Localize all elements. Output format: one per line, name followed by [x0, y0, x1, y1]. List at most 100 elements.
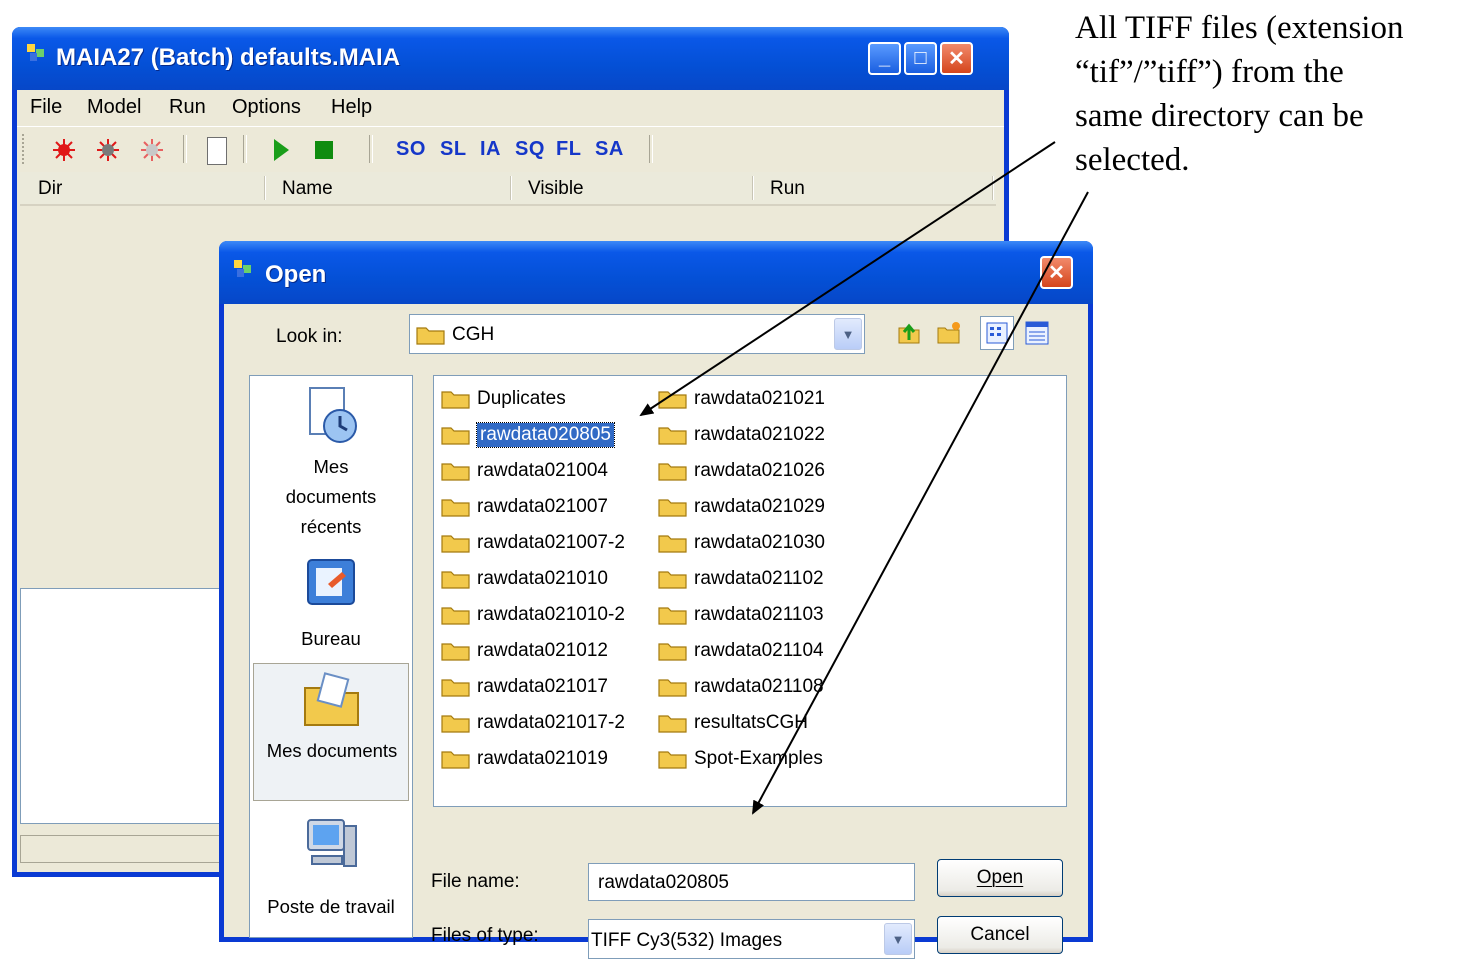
- column-name[interactable]: Name: [282, 178, 333, 200]
- dialog-close-button[interactable]: ✕: [1040, 256, 1073, 289]
- toolbar-separator: [183, 135, 187, 163]
- menu-help[interactable]: Help: [331, 96, 372, 119]
- toolbar-so-button[interactable]: SO: [396, 138, 426, 161]
- minimize-button[interactable]: _: [868, 42, 901, 75]
- menu-model[interactable]: Model: [87, 96, 141, 119]
- toolbar-sl-button[interactable]: SL: [440, 138, 467, 161]
- column-dir[interactable]: Dir: [38, 178, 62, 200]
- stop-icon[interactable]: [315, 141, 333, 159]
- folder-icon: [441, 715, 470, 733]
- folder-icon: [441, 499, 470, 517]
- file-item-name: rawdata021017: [477, 676, 608, 697]
- column-divider[interactable]: [510, 176, 511, 200]
- column-divider[interactable]: [752, 176, 753, 200]
- place-my-documents[interactable]: Mes documents: [253, 663, 409, 801]
- file-item-name: rawdata021108: [694, 676, 824, 697]
- file-item[interactable]: rawdata021029: [658, 492, 825, 522]
- close-button[interactable]: ✕: [940, 42, 973, 75]
- maximize-icon: □: [914, 47, 927, 69]
- file-item[interactable]: rawdata021012: [441, 636, 608, 666]
- my-documents-icon: [304, 672, 359, 726]
- file-item[interactable]: rawdata021010: [441, 564, 608, 594]
- file-item[interactable]: rawdata021102: [658, 564, 824, 594]
- files-of-type-dropdown-button[interactable]: ▼: [884, 923, 912, 955]
- toolbar-fl-button[interactable]: FL: [556, 138, 581, 161]
- maximize-button[interactable]: □: [904, 42, 937, 75]
- menu-file[interactable]: File: [30, 96, 62, 119]
- bug-gray-icon[interactable]: [95, 137, 121, 163]
- folder-icon: [658, 751, 687, 769]
- files-of-type-combo[interactable]: TIFF Cy3(532) Images ▼: [588, 919, 915, 959]
- file-item-name: rawdata021007: [477, 496, 608, 517]
- desktop-icon: [307, 559, 355, 605]
- file-name-field[interactable]: rawdata020805: [588, 863, 915, 901]
- file-item[interactable]: rawdata021017-2: [441, 708, 625, 738]
- file-item[interactable]: rawdata021004: [441, 456, 608, 486]
- up-folder-icon[interactable]: [896, 320, 922, 346]
- file-item[interactable]: rawdata021010-2: [441, 600, 625, 630]
- annotation-line: selected.: [1075, 142, 1190, 178]
- folder-icon: [441, 391, 470, 409]
- play-icon[interactable]: [271, 138, 291, 162]
- status-bar: [20, 835, 220, 863]
- menu-options[interactable]: Options: [232, 96, 301, 119]
- menu-run[interactable]: Run: [169, 96, 206, 119]
- place-my-computer[interactable]: Poste de travail: [250, 812, 412, 932]
- main-title-bar[interactable]: MAIA27 (Batch) defaults.MAIA _ □ ✕: [12, 27, 1009, 90]
- folder-icon: [441, 571, 470, 589]
- chevron-down-icon: ▼: [841, 326, 855, 342]
- file-item-name: rawdata021029: [694, 496, 825, 517]
- toolbar-separator: [243, 135, 247, 163]
- bug-red-icon[interactable]: [51, 137, 77, 163]
- toolbar-grip[interactable]: [22, 134, 27, 164]
- file-item[interactable]: rawdata021007: [441, 492, 608, 522]
- place-label-line: Mes: [313, 456, 349, 477]
- bug-light-icon[interactable]: [139, 137, 165, 163]
- folder-icon: [441, 751, 470, 769]
- file-item[interactable]: rawdata021017: [441, 672, 608, 702]
- file-item[interactable]: rawdata020805: [441, 420, 615, 450]
- look-in-combo[interactable]: CGH ▼: [409, 314, 865, 354]
- toolbar-ia-button[interactable]: IA: [480, 138, 501, 161]
- log-pane[interactable]: [20, 588, 220, 824]
- place-desktop[interactable]: Bureau: [250, 554, 412, 654]
- file-item[interactable]: Duplicates: [441, 384, 566, 414]
- column-run[interactable]: Run: [770, 178, 805, 200]
- file-item[interactable]: rawdata021007-2: [441, 528, 625, 558]
- look-in-dropdown-button[interactable]: ▼: [834, 318, 862, 350]
- folder-icon: [441, 427, 470, 445]
- file-item[interactable]: rawdata021104: [658, 636, 824, 666]
- file-list[interactable]: Duplicates rawdata020805 rawdata021004 rawd…: [433, 375, 1067, 807]
- open-dialog-title-bar[interactable]: Open ✕: [219, 241, 1093, 304]
- file-item[interactable]: rawdata021030: [658, 528, 825, 558]
- file-item[interactable]: rawdata021019: [441, 744, 608, 774]
- folder-icon: [658, 571, 687, 589]
- files-of-type-label: Files of type:: [431, 925, 539, 946]
- open-button[interactable]: Open: [937, 859, 1063, 897]
- toolbar-sa-button[interactable]: SA: [595, 138, 624, 161]
- file-item[interactable]: rawdata021021: [658, 384, 825, 414]
- file-item[interactable]: rawdata021108: [658, 672, 824, 702]
- column-divider[interactable]: [992, 176, 993, 200]
- annotation-line: same directory can be: [1075, 98, 1364, 134]
- blank-page-icon[interactable]: [207, 137, 227, 165]
- file-item[interactable]: rawdata021103: [658, 600, 824, 630]
- file-item-name: rawdata021010: [477, 568, 608, 589]
- place-label-line: documents: [285, 486, 377, 507]
- file-item[interactable]: rawdata021022: [658, 420, 825, 450]
- close-icon: ✕: [948, 48, 965, 70]
- file-item[interactable]: resultatsCGH: [658, 708, 808, 738]
- column-visible[interactable]: Visible: [528, 178, 584, 200]
- toolbar: SO SL IA SQ FL SA: [17, 126, 1004, 171]
- file-item[interactable]: Spot-Examples: [658, 744, 823, 774]
- file-item-name: Duplicates: [477, 388, 566, 409]
- file-item-name: rawdata021004: [477, 460, 608, 481]
- toolbar-sq-button[interactable]: SQ: [515, 138, 545, 161]
- cancel-button[interactable]: Cancel: [937, 916, 1063, 954]
- file-item[interactable]: rawdata021026: [658, 456, 825, 486]
- details-view-icon[interactable]: [1024, 320, 1050, 346]
- place-label: Mes documents: [266, 740, 398, 761]
- new-folder-icon[interactable]: [936, 320, 962, 346]
- column-divider[interactable]: [264, 176, 265, 200]
- list-view-button[interactable]: [980, 316, 1014, 350]
